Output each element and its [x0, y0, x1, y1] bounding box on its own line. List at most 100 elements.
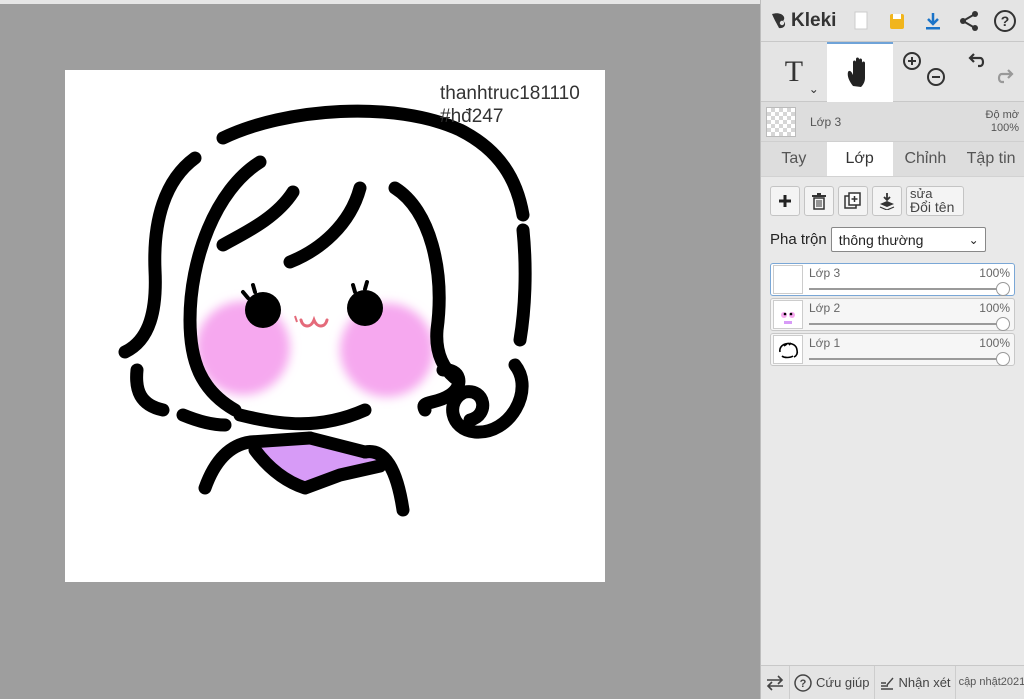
- rename-label: Đổi tên: [910, 199, 955, 215]
- update-label: cập nhật: [958, 676, 1001, 688]
- mouth: [299, 315, 329, 328]
- tab-layers[interactable]: Lớp: [826, 142, 893, 176]
- layer-opacity-slider[interactable]: [809, 282, 1010, 296]
- share-icon: [960, 10, 978, 31]
- signature-line-2: #hđ247: [440, 106, 504, 127]
- hand-tool-button[interactable]: [826, 42, 893, 102]
- redo-icon[interactable]: [992, 66, 1014, 88]
- chevron-down-icon[interactable]: ⌄: [809, 82, 819, 96]
- layers-panel: sửa Đổi tên Pha trộn thông thường ⌄ Lớp …: [761, 176, 1024, 665]
- layer-1-preview: [779, 342, 799, 359]
- app-logo[interactable]: Kleki: [761, 10, 843, 32]
- undo-icon[interactable]: [968, 50, 990, 72]
- merge-down-button[interactable]: [872, 186, 902, 216]
- jaw-stroke: [233, 403, 372, 431]
- tool-row: T ⌄: [761, 42, 1024, 102]
- help-button[interactable]: ?: [987, 0, 1023, 42]
- bottom-bar: ? Cứu giúp Nhận xét cập nhật 2021-06-16: [761, 665, 1024, 699]
- layer-thumbnail: [773, 335, 803, 364]
- blend-mode-label: Pha trộn: [770, 231, 827, 248]
- history-buttons: [958, 42, 1024, 102]
- download-button[interactable]: [915, 0, 951, 42]
- current-layer-thumbnail: [766, 106, 796, 137]
- layer-item-2[interactable]: Lớp 2 100%: [770, 298, 1015, 331]
- feedback-icon: [880, 677, 894, 690]
- top-bar: Kleki ?: [761, 0, 1024, 42]
- current-layer-preview: Lớp 3 Độ mờ 100%: [761, 102, 1024, 142]
- tab-brush[interactable]: Tay: [761, 142, 827, 176]
- tab-file[interactable]: Tập tin: [958, 142, 1024, 176]
- drawing-canvas[interactable]: thanhtruc181110 #hđ247: [65, 70, 605, 582]
- rename-layer-button[interactable]: sửa Đổi tên: [906, 186, 964, 216]
- slider-knob[interactable]: [996, 352, 1010, 366]
- layer-name: Lớp 1: [809, 336, 841, 350]
- layer-item-3[interactable]: Lớp 3 100%: [770, 263, 1015, 296]
- tab-edit[interactable]: Chỉnh: [893, 142, 959, 176]
- layer-list: Lớp 3 100% Lớp 2 100% Lớp 1 100%: [761, 252, 1024, 366]
- svg-text:?: ?: [1001, 13, 1010, 29]
- layer-thumbnail: [773, 265, 803, 294]
- layer-opacity: 100%: [979, 336, 1010, 350]
- current-layer-name: Lớp 3: [810, 114, 842, 129]
- add-layer-button[interactable]: [770, 186, 800, 216]
- layer-2-preview: [781, 312, 795, 324]
- update-date: 2021-06-16: [1000, 676, 1024, 688]
- duplicate-icon: [844, 192, 861, 209]
- layer-item-1[interactable]: Lớp 1 100%: [770, 333, 1015, 366]
- opacity-label: Độ mờ: [985, 108, 1020, 121]
- signature-line-1: thanhtruc181110: [440, 83, 580, 104]
- zoom-buttons: [893, 42, 959, 102]
- drawing-artwork: [118, 104, 532, 517]
- help-icon: ?: [794, 673, 812, 692]
- zoom-out-icon[interactable]: [925, 66, 947, 88]
- blend-mode-value: thông thường: [838, 231, 924, 248]
- new-file-icon: [854, 11, 868, 29]
- layer-opacity-slider[interactable]: [809, 352, 1010, 366]
- canvas-signature: thanhtruc181110 #hđ247: [440, 82, 580, 128]
- hair-right-stroke: [513, 223, 532, 347]
- trash-icon: [812, 193, 826, 210]
- layer-opacity-slider[interactable]: [809, 317, 1010, 331]
- share-button[interactable]: [951, 0, 987, 42]
- swap-icon: [766, 674, 784, 691]
- svg-text:?: ?: [800, 678, 807, 690]
- help-link[interactable]: ? Cứu giúp: [790, 665, 875, 699]
- help-label: Cứu giúp: [816, 675, 870, 690]
- blend-mode-select[interactable]: thông thường ⌄: [830, 227, 986, 252]
- plus-icon: [779, 195, 791, 207]
- swap-sidebar-button[interactable]: [761, 665, 790, 699]
- sidebar: Kleki ? T ⌄ Lớp 3 Độ mờ 100% Tay Lớp Chỉ…: [760, 0, 1024, 699]
- chevron-down-icon: ⌄: [968, 232, 979, 247]
- current-layer-opacity: Độ mờ 100%: [986, 109, 1020, 135]
- workspace[interactable]: thanhtruc181110 #hđ247: [0, 0, 760, 699]
- text-tool-button[interactable]: T ⌄: [761, 42, 827, 102]
- slider-knob[interactable]: [996, 282, 1010, 296]
- layer-buttons: sửa Đổi tên: [761, 177, 1024, 216]
- help-icon: ?: [994, 9, 1016, 32]
- download-icon: [926, 12, 940, 29]
- feedback-label: Nhận xét: [898, 675, 951, 690]
- text-tool-icon: T: [784, 55, 804, 88]
- opacity-value: 100%: [990, 121, 1019, 134]
- save-icon: [890, 13, 904, 29]
- feedback-link[interactable]: Nhận xét: [875, 665, 956, 699]
- blend-mode-row: Pha trộn thông thường ⌄: [761, 216, 1024, 252]
- layer-opacity: 100%: [979, 266, 1010, 280]
- layer-name: Lớp 3: [809, 266, 841, 280]
- save-button[interactable]: [879, 0, 915, 42]
- app-name: Kleki: [791, 9, 837, 31]
- hand-icon: [847, 57, 865, 87]
- layer-name: Lớp 2: [809, 301, 841, 315]
- merge-down-icon: [879, 193, 895, 210]
- kleki-logo-icon: [772, 12, 786, 28]
- duplicate-layer-button[interactable]: [838, 186, 868, 216]
- hair-left-lower-stroke: [130, 363, 170, 417]
- delete-layer-button[interactable]: [804, 186, 834, 216]
- version-info[interactable]: cập nhật 2021-06-16: [956, 666, 1024, 699]
- layer-opacity: 100%: [979, 301, 1010, 315]
- panel-tabs: Tay Lớp Chỉnh Tập tin: [761, 142, 1024, 176]
- slider-knob[interactable]: [996, 317, 1010, 331]
- zoom-in-icon[interactable]: [901, 50, 923, 72]
- layer-thumbnail: [773, 300, 803, 329]
- new-file-button[interactable]: [843, 0, 879, 42]
